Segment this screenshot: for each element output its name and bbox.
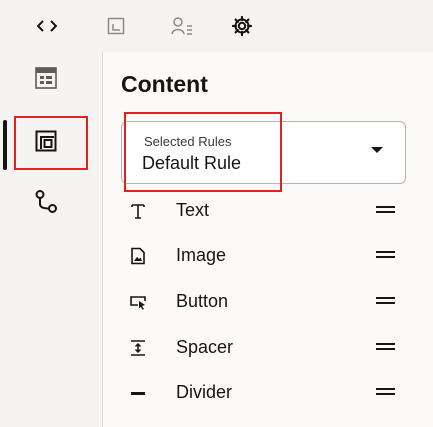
- rail-highlight-box: [14, 116, 88, 170]
- users-settings-icon[interactable]: [166, 10, 198, 42]
- workflow-icon: [33, 189, 59, 220]
- code-icon[interactable]: [31, 10, 63, 42]
- content-item-text[interactable]: Text: [103, 188, 433, 234]
- item-label: Spacer: [176, 337, 234, 357]
- rail-item-data[interactable]: [20, 58, 72, 102]
- gear-icon[interactable]: [226, 10, 258, 42]
- content-item-button[interactable]: Button: [103, 279, 433, 325]
- content-item-spacer[interactable]: Spacer: [103, 325, 433, 371]
- drag-handle-icon[interactable]: [376, 343, 395, 350]
- item-label: Image: [176, 245, 227, 265]
- top-toolbar: [0, 0, 433, 52]
- select-highlight-box: [124, 112, 282, 192]
- data-icon: [34, 66, 58, 95]
- drag-handle-icon[interactable]: [376, 297, 395, 304]
- left-rail: [0, 52, 103, 427]
- layout-icon[interactable]: [100, 10, 132, 42]
- item-label: Text: [176, 200, 210, 220]
- drag-handle-icon[interactable]: [376, 388, 395, 395]
- rail-item-workflow[interactable]: [20, 182, 72, 226]
- text-icon: [127, 200, 149, 222]
- spacer-icon: [127, 337, 149, 359]
- rail-active-indicator: [3, 120, 7, 170]
- button-icon: [127, 291, 149, 313]
- drag-handle-icon[interactable]: [376, 206, 395, 213]
- content-item-image[interactable]: Image: [103, 233, 433, 279]
- item-label: Button: [176, 291, 229, 311]
- chevron-down-icon[interactable]: [371, 147, 383, 153]
- content-item-divider[interactable]: Divider: [103, 370, 433, 416]
- content-panel: Content Selected Rules Default Rule Text…: [103, 52, 433, 427]
- item-label: Divider: [176, 382, 233, 402]
- panel-title: Content: [121, 71, 208, 97]
- drag-handle-icon[interactable]: [376, 251, 395, 258]
- divider-icon: [127, 382, 149, 404]
- image-icon: [127, 245, 149, 267]
